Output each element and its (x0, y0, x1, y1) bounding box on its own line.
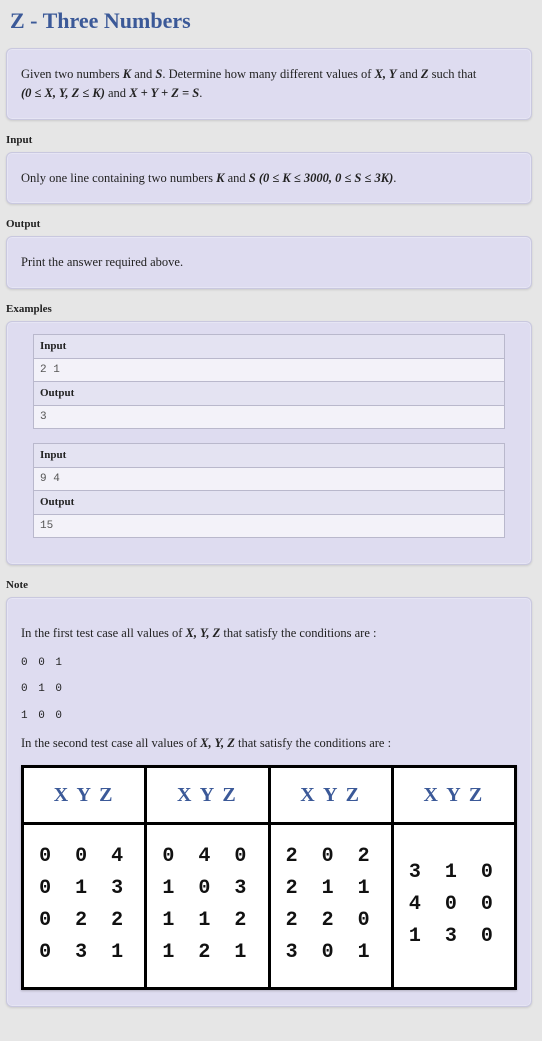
input-text: and (224, 171, 248, 185)
sample-test: Input 2 1 Output 3 (33, 334, 505, 429)
solutions-table: X Y Z X Y Z X Y Z X Y Z 0 0 4 0 1 3 0 2 … (21, 765, 517, 990)
math-XYZ: X, Y, Z (186, 626, 221, 640)
math-XY: X, Y (375, 67, 397, 81)
sample-output-label: Output (34, 382, 504, 406)
table-header: X Y Z (23, 767, 146, 824)
note-text: that satisfy the conditions are : (220, 626, 376, 640)
sample-input-label: Input (34, 444, 504, 468)
problem-statement: Given two numbers K and S. Determine how… (6, 48, 532, 120)
examples-panel: Input 2 1 Output 3 Input 9 4 Output 15 (6, 321, 532, 565)
note-text: In the first test case all values of (21, 626, 186, 640)
table-row: 0 0 4 0 1 3 0 2 2 0 3 1 0 4 0 1 0 3 1 1 … (23, 824, 516, 989)
note-panel: In the first test case all values of X, … (6, 597, 532, 1007)
input-heading: Input (6, 134, 534, 146)
table-cell: 0 4 0 1 0 3 1 1 2 1 2 1 (146, 824, 269, 989)
sample-input-value: 9 4 (34, 468, 504, 492)
input-spec: Only one line containing two numbers K a… (6, 152, 532, 205)
examples-heading: Examples (6, 303, 534, 315)
triplet: 1 0 0 (21, 708, 517, 725)
triplet: 0 1 0 (21, 681, 517, 698)
note-text: In the second test case all values of (21, 736, 200, 750)
sample-test: Input 9 4 Output 15 (33, 443, 505, 538)
statement-text: . (199, 86, 202, 100)
output-heading: Output (6, 218, 534, 230)
table-header: X Y Z (392, 767, 515, 824)
math-K: K (123, 67, 131, 81)
sample-input-value: 2 1 (34, 359, 504, 383)
statement-text: and (397, 67, 421, 81)
input-text: Only one line containing two numbers (21, 171, 216, 185)
statement-text: Given two numbers (21, 67, 123, 81)
output-spec: Print the answer required above. (6, 236, 532, 289)
statement-text: and (131, 67, 155, 81)
sample-output-value: 3 (34, 406, 504, 429)
sample-input-label: Input (34, 335, 504, 359)
math-XYZ: X, Y, Z (200, 736, 235, 750)
sample-output-label: Output (34, 491, 504, 515)
sum-formula: X + Y + Z = S (129, 86, 199, 100)
input-constraint: (0 ≤ K ≤ 3000, 0 ≤ S ≤ 3K) (259, 171, 393, 185)
note-text: that satisfy the conditions are : (235, 736, 391, 750)
statement-text: such that (429, 67, 477, 81)
statement-text: and (105, 86, 129, 100)
table-cell: 0 0 4 0 1 3 0 2 2 0 3 1 (23, 824, 146, 989)
input-text: . (393, 171, 396, 185)
page-title: Z - Three Numbers (10, 8, 534, 34)
math-Z: Z (421, 67, 429, 81)
table-cell: 3 1 0 4 0 0 1 3 0 (392, 824, 515, 989)
constraint-formula: (0 ≤ X, Y, Z ≤ K) (21, 86, 105, 100)
output-text: Print the answer required above. (21, 255, 183, 269)
statement-text: . Determine how many different values of (162, 67, 374, 81)
table-header: X Y Z (146, 767, 269, 824)
table-cell: 2 0 2 2 1 1 2 2 0 3 0 1 (269, 824, 392, 989)
table-header: X Y Z (269, 767, 392, 824)
sample-output-value: 15 (34, 515, 504, 538)
note-heading: Note (6, 579, 534, 591)
triplet: 0 0 1 (21, 655, 517, 672)
table-header-row: X Y Z X Y Z X Y Z X Y Z (23, 767, 516, 824)
math-S: S (249, 171, 256, 185)
